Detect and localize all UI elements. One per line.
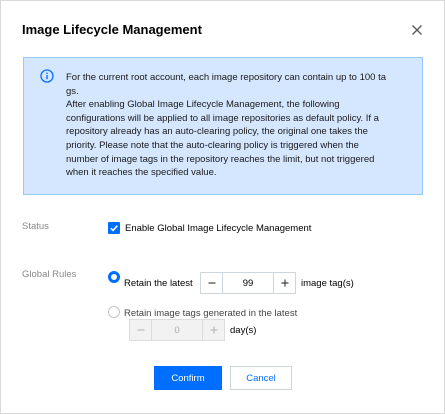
retain-latest-label[interactable]: Retain the latest	[124, 278, 193, 289]
close-icon[interactable]	[409, 22, 425, 38]
enable-lifecycle-label[interactable]: Enable Global Image Lifecycle Management	[125, 223, 311, 234]
notice-line: number of image tags in the repository r…	[66, 153, 375, 165]
notice-line: After enabling Global Image Lifecycle Ma…	[66, 99, 340, 111]
lifecycle-dialog: Image Lifecycle Management For the curre…	[0, 0, 445, 414]
days-input	[152, 320, 202, 340]
enable-lifecycle-checkbox[interactable]	[108, 222, 120, 234]
increment-button[interactable]	[273, 273, 295, 293]
status-label: Status	[22, 221, 49, 232]
tag-count-stepper	[200, 272, 296, 294]
notice-line: gs.	[66, 85, 79, 97]
notice-line: repository already has an auto-clearing …	[66, 126, 368, 138]
notice-text: For the current root account, each image…	[66, 71, 400, 180]
notice-line: For the current root account, each image…	[66, 72, 387, 83]
tag-unit-label: image tag(s)	[301, 278, 354, 289]
decrement-button[interactable]	[201, 273, 223, 293]
days-unit-label: day(s)	[230, 325, 257, 336]
days-decrement-button	[130, 320, 152, 340]
notice-line: configurations will be applied to all im…	[66, 112, 379, 124]
notice-line: when it reaches the specified value.	[66, 167, 217, 179]
notice-line: priority. Please note that the auto-clea…	[66, 139, 359, 151]
retain-latest-radio[interactable]	[108, 271, 120, 283]
retain-days-radio[interactable]	[108, 306, 120, 318]
dialog-title: Image Lifecycle Management	[22, 22, 202, 37]
cancel-button[interactable]: Cancel	[230, 366, 292, 390]
retain-days-label[interactable]: Retain image tags generated in the lates…	[124, 308, 297, 319]
info-icon	[40, 69, 54, 83]
tag-count-input[interactable]	[223, 273, 273, 293]
days-increment-button	[202, 320, 224, 340]
global-rules-label: Global Rules	[22, 269, 77, 280]
notice-box: For the current root account, each image…	[23, 57, 423, 195]
confirm-button[interactable]: Confirm	[154, 366, 222, 390]
days-stepper	[129, 319, 225, 341]
